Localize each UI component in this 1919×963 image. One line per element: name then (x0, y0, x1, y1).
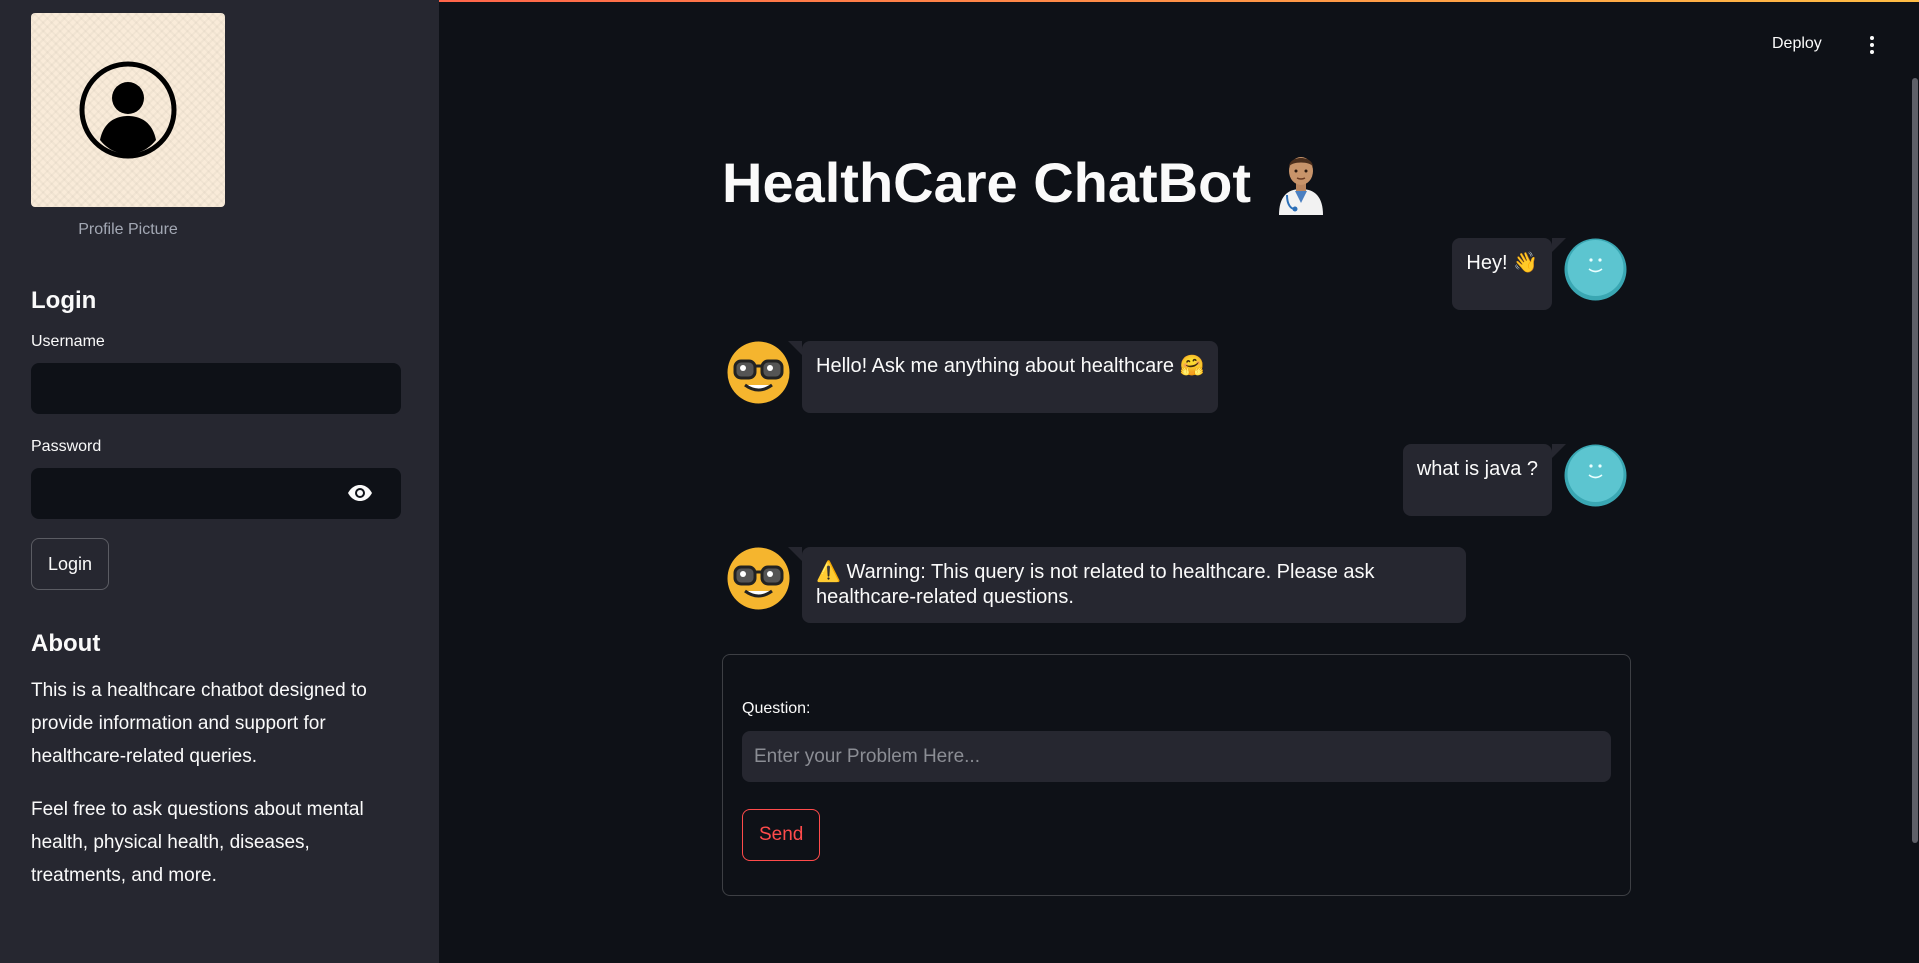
smiley-avatar-icon (1564, 238, 1627, 301)
chat-message-user: Hey! 👋 (1452, 238, 1627, 310)
profile-caption: Profile Picture (78, 221, 178, 238)
login-heading: Login (31, 287, 97, 314)
password-input[interactable] (31, 468, 401, 519)
nerd-face-avatar-icon (727, 341, 790, 404)
about-heading: About (31, 630, 101, 657)
question-form: Question: Send (722, 654, 1631, 896)
message-bubble: what is java ? (1402, 444, 1567, 516)
page-title: HealthCare ChatBot (722, 151, 1251, 214)
message-bubble: Hey! 👋 (1452, 238, 1566, 310)
login-button[interactable]: Login (31, 538, 110, 590)
password-label: Password (31, 438, 102, 455)
chat-message-user: what is java ? (1402, 444, 1627, 516)
deploy-button[interactable]: Deploy (1772, 30, 1822, 58)
user-silhouette-icon (79, 61, 177, 159)
password-field (31, 468, 401, 519)
eye-icon[interactable] (347, 482, 373, 504)
profile-picture (31, 13, 225, 207)
question-label: Question: (742, 700, 811, 717)
message-bubble: Hello! Ask me anything about healthcare … (787, 341, 1219, 413)
chat-message-bot: Hello! Ask me anything about healthcare … (727, 341, 1219, 413)
message-bubble: ⚠️ Warning: This query is not related to… (788, 547, 1466, 623)
sidebar: Profile Picture Login Username Password … (0, 0, 439, 963)
about-paragraph: This is a healthcare chatbot designed to… (31, 680, 367, 767)
scrollbar[interactable] (1912, 78, 1918, 843)
kebab-menu-icon[interactable] (1862, 32, 1882, 58)
chat-message-bot: ⚠️ Warning: This query is not related to… (727, 547, 1466, 623)
username-label: Username (31, 333, 105, 350)
username-input[interactable] (31, 363, 401, 414)
smiley-avatar-icon (1564, 444, 1627, 507)
send-button[interactable]: Send (742, 809, 821, 861)
page-title-row: HealthCare ChatBot (722, 150, 1329, 215)
question-input[interactable] (742, 731, 1611, 782)
nerd-face-avatar-icon (727, 547, 790, 610)
doctor-emoji-icon (1273, 151, 1329, 215)
about-paragraph: Feel free to ask questions about mental … (31, 799, 364, 886)
